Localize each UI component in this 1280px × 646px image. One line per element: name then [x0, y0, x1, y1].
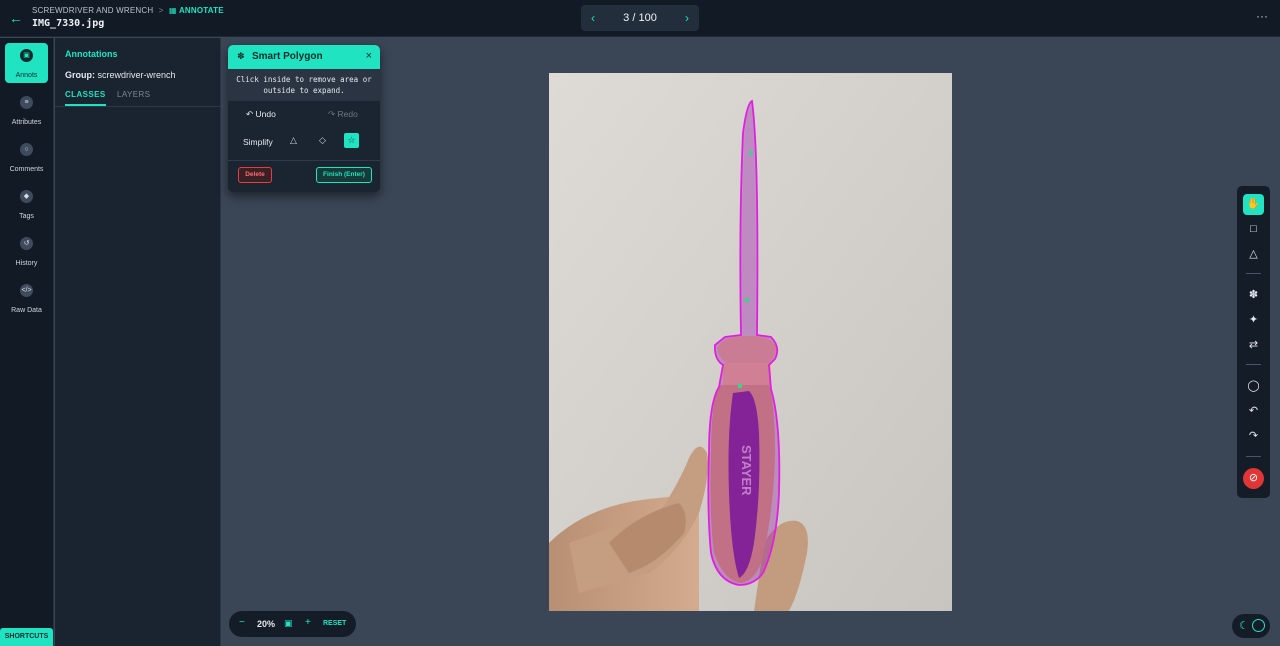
- top-bar: ← SCREWDRIVER AND WRENCH > ▦ ANNOTATE IM…: [0, 0, 1280, 37]
- undo-label: Undo: [255, 109, 276, 119]
- toggle-knob: [1252, 619, 1265, 632]
- group-label: Group:: [65, 70, 95, 80]
- code-icon: </>: [20, 284, 33, 297]
- shortcuts-button[interactable]: SHORTCUTS: [0, 628, 53, 646]
- rail-item-tags[interactable]: ◆ Tags: [5, 184, 48, 224]
- rail-item-raw-data[interactable]: </> Raw Data: [5, 278, 48, 318]
- hint-line-2: outside to expand.: [263, 86, 345, 95]
- simplify-label: Simplify: [243, 137, 273, 147]
- list-icon: ≡: [20, 96, 33, 109]
- history-icon: ↺: [20, 237, 33, 250]
- annotation-image[interactable]: STAYER: [549, 73, 952, 611]
- hint-line-1: Click inside to remove area or: [236, 75, 372, 84]
- polygon-icon[interactable]: △: [1243, 244, 1264, 265]
- zoom-level: 20%: [257, 619, 276, 629]
- panel-divider: [55, 106, 221, 107]
- delete-button[interactable]: Delete: [238, 167, 272, 183]
- rail-item-label: Attributes: [11, 119, 42, 126]
- breadcrumb: SCREWDRIVER AND WRENCH > ▦ ANNOTATE: [32, 6, 224, 15]
- undo-icon[interactable]: ↶: [1243, 401, 1264, 422]
- back-arrow-icon[interactable]: ←: [8, 10, 24, 26]
- group-value: screwdriver-wrench: [97, 70, 176, 80]
- rail-item-label: Raw Data: [11, 307, 42, 314]
- comment-icon: ○: [20, 143, 33, 156]
- tab-layers[interactable]: LAYERS: [117, 90, 150, 106]
- redo-icon[interactable]: ↷: [1243, 426, 1264, 447]
- annotations-panel: Annotations Group: screwdriver-wrench CL…: [55, 38, 221, 646]
- breadcrumb-separator: >: [158, 6, 164, 15]
- reset-zoom-button[interactable]: RESET: [323, 620, 346, 627]
- pan-hand-icon[interactable]: ✋: [1243, 194, 1264, 215]
- zoom-controls: − 20% ▣ + RESET: [229, 611, 356, 637]
- smart-polygon-panel: ✽ Smart Polygon × Click inside to remove…: [228, 45, 380, 192]
- redo-label: Redo: [337, 109, 358, 119]
- more-options-icon[interactable]: ···: [1256, 9, 1268, 23]
- rail-item-annots[interactable]: ▣ Annots: [5, 43, 48, 83]
- left-nav-rail: ▣ Annots ≡ Attributes ○ Comments ◆ Tags …: [0, 38, 54, 646]
- rail-item-label: History: [15, 260, 38, 267]
- rail-item-label: Tags: [19, 213, 34, 220]
- rail-item-attributes[interactable]: ≡ Attributes: [5, 90, 48, 130]
- image-pager: ‹ 3 / 100 ›: [581, 5, 699, 31]
- right-toolbar: ✋ □ △ ✽ ✦ ⇄ ◯ ↶ ↷ ⊘: [1237, 186, 1270, 498]
- smart-polygon-title: Smart Polygon: [252, 51, 323, 62]
- rail-item-history[interactable]: ↺ History: [5, 231, 48, 271]
- close-icon[interactable]: ×: [366, 50, 372, 62]
- finish-button[interactable]: Finish (Enter): [316, 167, 372, 183]
- redo-button[interactable]: ↷ Redo: [328, 109, 358, 120]
- chevron-left-icon[interactable]: ‹: [591, 11, 595, 25]
- annotation-icon: ▣: [20, 49, 33, 62]
- zoom-out-button[interactable]: −: [239, 617, 245, 628]
- pager-count: 3 / 100: [623, 12, 657, 24]
- rail-item-comments[interactable]: ○ Comments: [5, 137, 48, 177]
- magic-wand-icon[interactable]: ✦: [1243, 310, 1264, 331]
- star-icon[interactable]: ☆: [344, 133, 359, 148]
- hide-annotations-icon[interactable]: ⊘: [1243, 468, 1264, 489]
- group-line: Group: screwdriver-wrench: [65, 70, 176, 80]
- chevron-right-icon[interactable]: ›: [685, 11, 689, 25]
- smart-polygon-icon[interactable]: ✽: [1243, 285, 1264, 306]
- triangle-icon[interactable]: △: [286, 133, 301, 148]
- zoom-in-button[interactable]: +: [305, 617, 311, 628]
- rail-item-label: Annots: [15, 72, 38, 79]
- panel-title: Annotations: [65, 49, 118, 59]
- smart-polygon-hint: Click inside to remove area or outside t…: [228, 69, 380, 101]
- polygon-vertex-handle[interactable]: [749, 151, 753, 155]
- magic-sparkle-icon: ✽: [237, 51, 245, 61]
- undo-button[interactable]: ↶ Undo: [246, 109, 276, 120]
- tab-classes[interactable]: CLASSES: [65, 90, 106, 106]
- comment-icon[interactable]: ◯: [1243, 376, 1264, 397]
- rail-item-label: Comments: [9, 166, 44, 173]
- smart-polygon-divider: [228, 160, 380, 161]
- panel-tabs: CLASSES LAYERS: [65, 90, 215, 106]
- breadcrumb-project[interactable]: SCREWDRIVER AND WRENCH: [32, 6, 153, 15]
- bounding-box-icon[interactable]: □: [1243, 219, 1264, 240]
- repeat-icon[interactable]: ⇄: [1243, 335, 1264, 356]
- toolbar-divider: [1246, 456, 1261, 457]
- breadcrumb-mode: ▦ ANNOTATE: [169, 6, 224, 15]
- smart-polygon-header: ✽ Smart Polygon ×: [228, 45, 380, 69]
- breadcrumb-mode-label: ANNOTATE: [178, 6, 224, 15]
- polygon-vertex-handle[interactable]: [738, 384, 742, 388]
- moon-icon: ☾: [1239, 620, 1249, 632]
- fit-screen-icon[interactable]: ▣: [284, 618, 293, 629]
- tag-icon: ◆: [20, 190, 33, 203]
- file-name: IMG_7330.jpg: [32, 18, 105, 29]
- diamond-icon[interactable]: ◇: [315, 133, 330, 148]
- theme-toggle[interactable]: ☾: [1232, 614, 1270, 638]
- toolbar-divider: [1246, 273, 1261, 274]
- toolbar-divider: [1246, 364, 1261, 365]
- polygon-vertex-handle[interactable]: [745, 298, 749, 302]
